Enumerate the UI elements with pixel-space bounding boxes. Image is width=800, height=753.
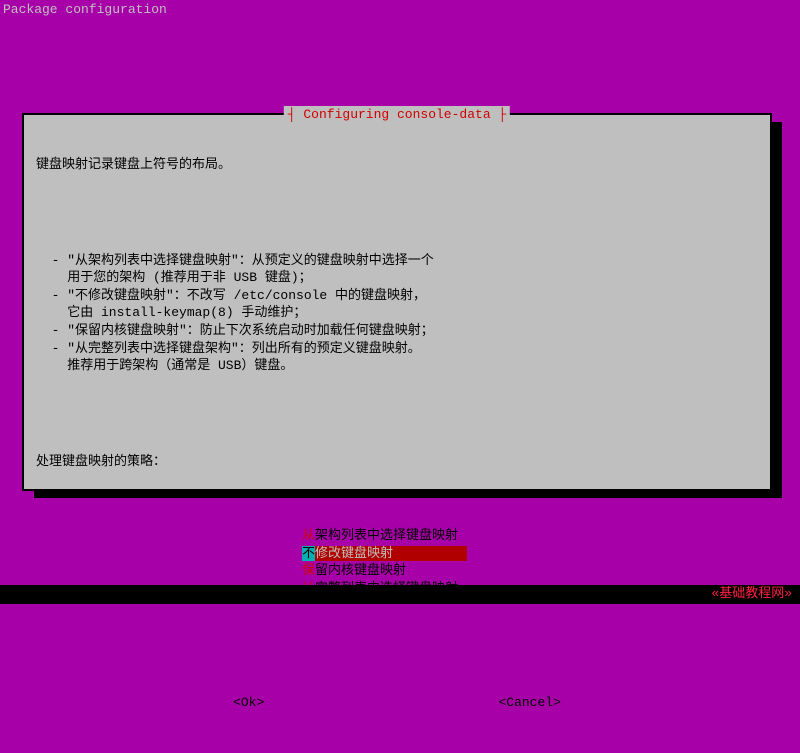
prompt-text: 处理键盘映射的策略： [36,453,758,471]
menu-option-2[interactable]: 保留内核键盘映射 [302,562,758,580]
menu-option-0[interactable]: 从架构列表中选择键盘映射 [302,527,758,545]
cancel-button[interactable]: <Cancel> [498,694,560,712]
dialog-title: ┤ Configuring console-data ├ [284,106,510,124]
bottom-strip [0,585,800,604]
screen-title: Package configuration [0,0,800,20]
ok-button[interactable]: <Ok> [233,694,264,712]
intro-text: 键盘映射记录键盘上符号的布局。 [36,156,758,174]
dialog-body: 键盘映射记录键盘上符号的布局。 - "从架构列表中选择键盘映射"：从预定义的键盘… [24,115,770,753]
button-row: <Ok> <Cancel> [36,694,758,712]
config-dialog: ┤ Configuring console-data ├ 键盘映射记录键盘上符号… [22,113,772,491]
menu-option-1[interactable]: 不修改键盘映射 [302,545,467,563]
footer-label: «基础教程网» [711,585,792,603]
description-text: - "从架构列表中选择键盘映射"：从预定义的键盘映射中选择一个 用于您的架构 (… [36,252,758,375]
